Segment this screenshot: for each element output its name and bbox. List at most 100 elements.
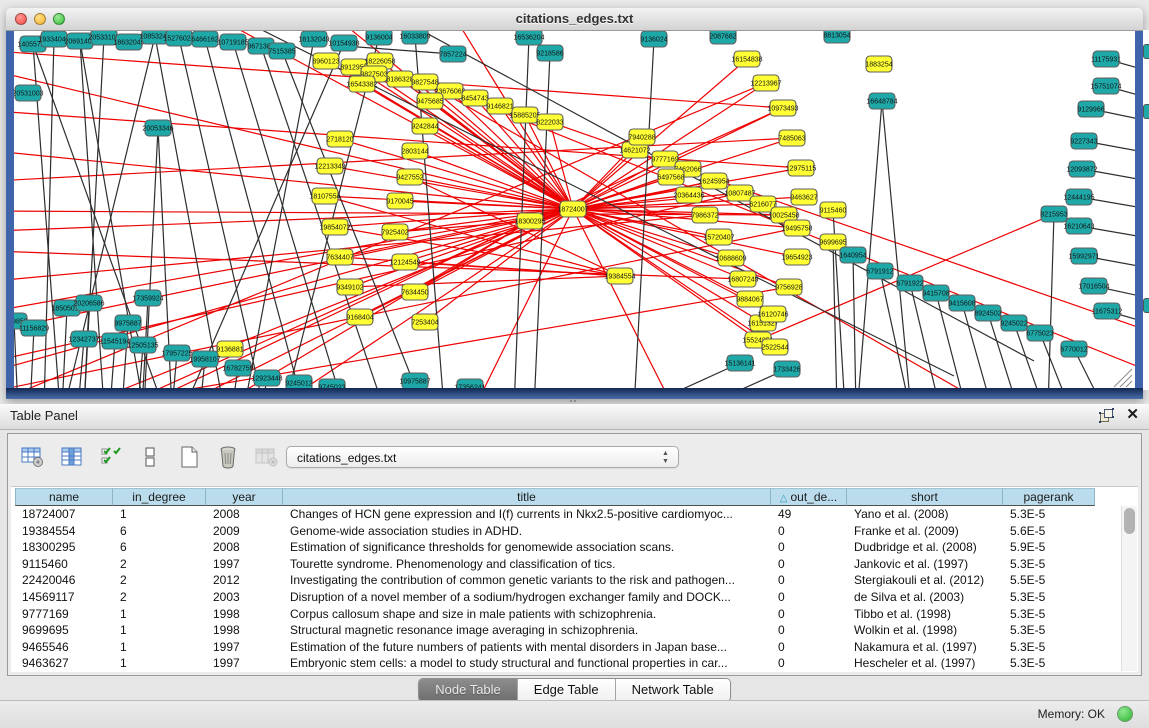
network-node[interactable]: 15992971 xyxy=(1068,248,1099,264)
table-cell[interactable]: 5.3E-5 xyxy=(1003,622,1095,639)
network-node[interactable]: 9884067 xyxy=(736,291,763,307)
table-cell[interactable]: 5.3E-5 xyxy=(1003,589,1095,606)
table-cell[interactable]: Corpus callosum shape and size in male p… xyxy=(283,606,771,623)
network-node[interactable]: 9227343 xyxy=(1070,133,1097,149)
network-node[interactable]: 12342737 xyxy=(68,331,99,347)
table-cell[interactable]: Genome-wide association studies in ADHD. xyxy=(283,523,771,540)
table-row[interactable]: 911546021997Tourette syndrome. Phenomeno… xyxy=(15,556,1118,573)
table-selector-dropdown[interactable]: citations_edges.txt ▲▼ xyxy=(286,446,679,468)
network-node[interactable]: 1883254 xyxy=(865,56,892,72)
table-cell[interactable]: 9115460 xyxy=(15,556,113,573)
network-node[interactable]: 9427552 xyxy=(396,169,423,185)
network-node[interactable]: 12923448 xyxy=(251,370,282,386)
network-node[interactable]: 12124549 xyxy=(389,254,420,270)
table-cell[interactable]: Estimation of significance thresholds fo… xyxy=(283,539,771,556)
column-header-name[interactable]: name xyxy=(15,488,113,506)
network-node[interactable]: 18300295 xyxy=(514,213,545,229)
network-node[interactable]: 16154838 xyxy=(731,51,762,67)
table-cell[interactable]: 9777169 xyxy=(15,606,113,623)
network-node[interactable]: 8222033 xyxy=(536,114,563,130)
table-cell[interactable]: 0 xyxy=(771,622,847,639)
network-edge[interactable] xyxy=(14,321,18,389)
table-scrollbar[interactable] xyxy=(1121,506,1137,671)
table-row[interactable]: 1456911722003Disruption of a novel membe… xyxy=(15,589,1118,606)
network-node[interactable]: 15751074 xyxy=(1090,78,1121,94)
network-node[interactable]: 7485063 xyxy=(778,130,805,146)
network-edge[interactable] xyxy=(882,101,909,389)
network-node[interactable]: 10688609 xyxy=(715,250,746,266)
table-row[interactable]: 1938455462009Genome-wide association stu… xyxy=(15,523,1118,540)
network-node[interactable]: 7515385 xyxy=(268,43,295,59)
table-cell[interactable]: 9699695 xyxy=(15,622,113,639)
network-node[interactable]: 17016504 xyxy=(1078,278,1109,294)
network-node[interactable]: 16543382 xyxy=(346,76,377,92)
table-cell[interactable]: 5.3E-5 xyxy=(1003,556,1095,573)
table-row[interactable]: 2242004622012Investigating the contribut… xyxy=(15,572,1118,589)
table-cell[interactable]: Franke et al. (2009) xyxy=(847,523,1003,540)
network-node[interactable]: 9415708 xyxy=(922,285,949,301)
table-cell[interactable]: 1 xyxy=(113,506,206,523)
table-cell[interactable]: 18300295 xyxy=(15,539,113,556)
network-edge[interactable] xyxy=(14,228,797,389)
table-row[interactable]: 969969511998Structural magnetic resonanc… xyxy=(15,622,1118,639)
column-header-year[interactable]: year xyxy=(206,488,283,506)
tab-edge-table[interactable]: Edge Table xyxy=(518,679,616,701)
tab-node-table[interactable]: Node Table xyxy=(419,679,518,701)
network-node[interactable]: 9136004 xyxy=(365,31,392,45)
network-node[interactable]: 9245022 xyxy=(1000,315,1027,331)
table-cell[interactable]: de Silva et al. (2003) xyxy=(847,589,1003,606)
network-node[interactable]: 11175931 xyxy=(1091,51,1121,67)
network-node[interactable]: 9475685 xyxy=(416,93,443,109)
network-node[interactable]: 9136881 xyxy=(216,341,243,357)
table-cell[interactable]: 1 xyxy=(113,639,206,656)
network-node[interactable]: 10975887 xyxy=(399,373,430,389)
table-cell[interactable]: 0 xyxy=(771,539,847,556)
table-cell[interactable]: 9465546 xyxy=(15,639,113,656)
network-node[interactable]: 20364436 xyxy=(673,187,704,203)
table-cell[interactable]: Dudbridge et al. (2008) xyxy=(847,539,1003,556)
network-edge[interactable] xyxy=(14,71,573,209)
column-header-out_de[interactable]: △out_de... xyxy=(771,488,847,506)
table-cell[interactable]: Stergiakouli et al. (2012) xyxy=(847,572,1003,589)
network-node[interactable]: 7857224 xyxy=(439,46,466,62)
network-edge[interactable] xyxy=(1048,214,1054,389)
network-node[interactable]: 9349102 xyxy=(336,279,363,295)
table-options-icon[interactable] xyxy=(20,444,46,470)
network-node[interactable]: 16807249 xyxy=(727,271,758,287)
delete-table-icon[interactable] xyxy=(215,444,241,470)
network-node[interactable]: 19384554 xyxy=(604,268,635,284)
table-cell[interactable]: Wolkin et al. (1998) xyxy=(847,622,1003,639)
table-cell[interactable]: 22420046 xyxy=(15,572,113,589)
network-node[interactable]: 16120746 xyxy=(757,306,788,322)
table-cell[interactable]: 5.5E-5 xyxy=(1003,572,1095,589)
table-cell[interactable]: Tourette syndrome. Phenomenology and cla… xyxy=(283,556,771,573)
network-node[interactable]: 11156829 xyxy=(19,320,49,336)
network-node[interactable]: 15136141 xyxy=(724,355,755,371)
network-node[interactable]: 19854072 xyxy=(319,219,350,235)
network-node[interactable]: 20206586 xyxy=(73,295,104,311)
network-node[interactable]: 2803144 xyxy=(401,143,428,159)
network-node[interactable]: 7925402 xyxy=(381,224,408,240)
network-node[interactable]: 6775023 xyxy=(1026,325,1053,341)
table-cell[interactable]: 5.3E-5 xyxy=(1003,639,1095,656)
network-node[interactable]: 7253404 xyxy=(411,314,438,330)
network-node[interactable]: 7986372 xyxy=(691,207,718,223)
network-edge[interactable] xyxy=(853,255,856,389)
network-node[interactable]: 18132049 xyxy=(298,31,329,47)
network-node[interactable]: 12093872 xyxy=(1066,161,1097,177)
network-node[interactable]: 16245954 xyxy=(698,173,729,189)
network-node[interactable]: 1733426 xyxy=(773,361,800,377)
network-node[interactable]: 7634407 xyxy=(326,249,353,265)
network-edge[interactable] xyxy=(859,101,882,389)
close-panel-icon[interactable]: ✕ xyxy=(1126,407,1139,423)
table-cell[interactable]: 1998 xyxy=(206,606,283,623)
network-node[interactable]: 20531003 xyxy=(14,85,44,101)
network-node[interactable]: 9168404 xyxy=(346,309,373,325)
network-node[interactable]: 17957225 xyxy=(161,345,192,361)
table-cell[interactable]: 2 xyxy=(113,572,206,589)
table-cell[interactable]: Embryonic stem cells: a model to study s… xyxy=(283,655,771,672)
table-cell[interactable]: 2012 xyxy=(206,572,283,589)
window-titlebar[interactable]: citations_edges.txt xyxy=(6,8,1143,31)
network-node[interactable]: 10973493 xyxy=(767,100,798,116)
column-header-title[interactable]: title xyxy=(283,488,771,506)
